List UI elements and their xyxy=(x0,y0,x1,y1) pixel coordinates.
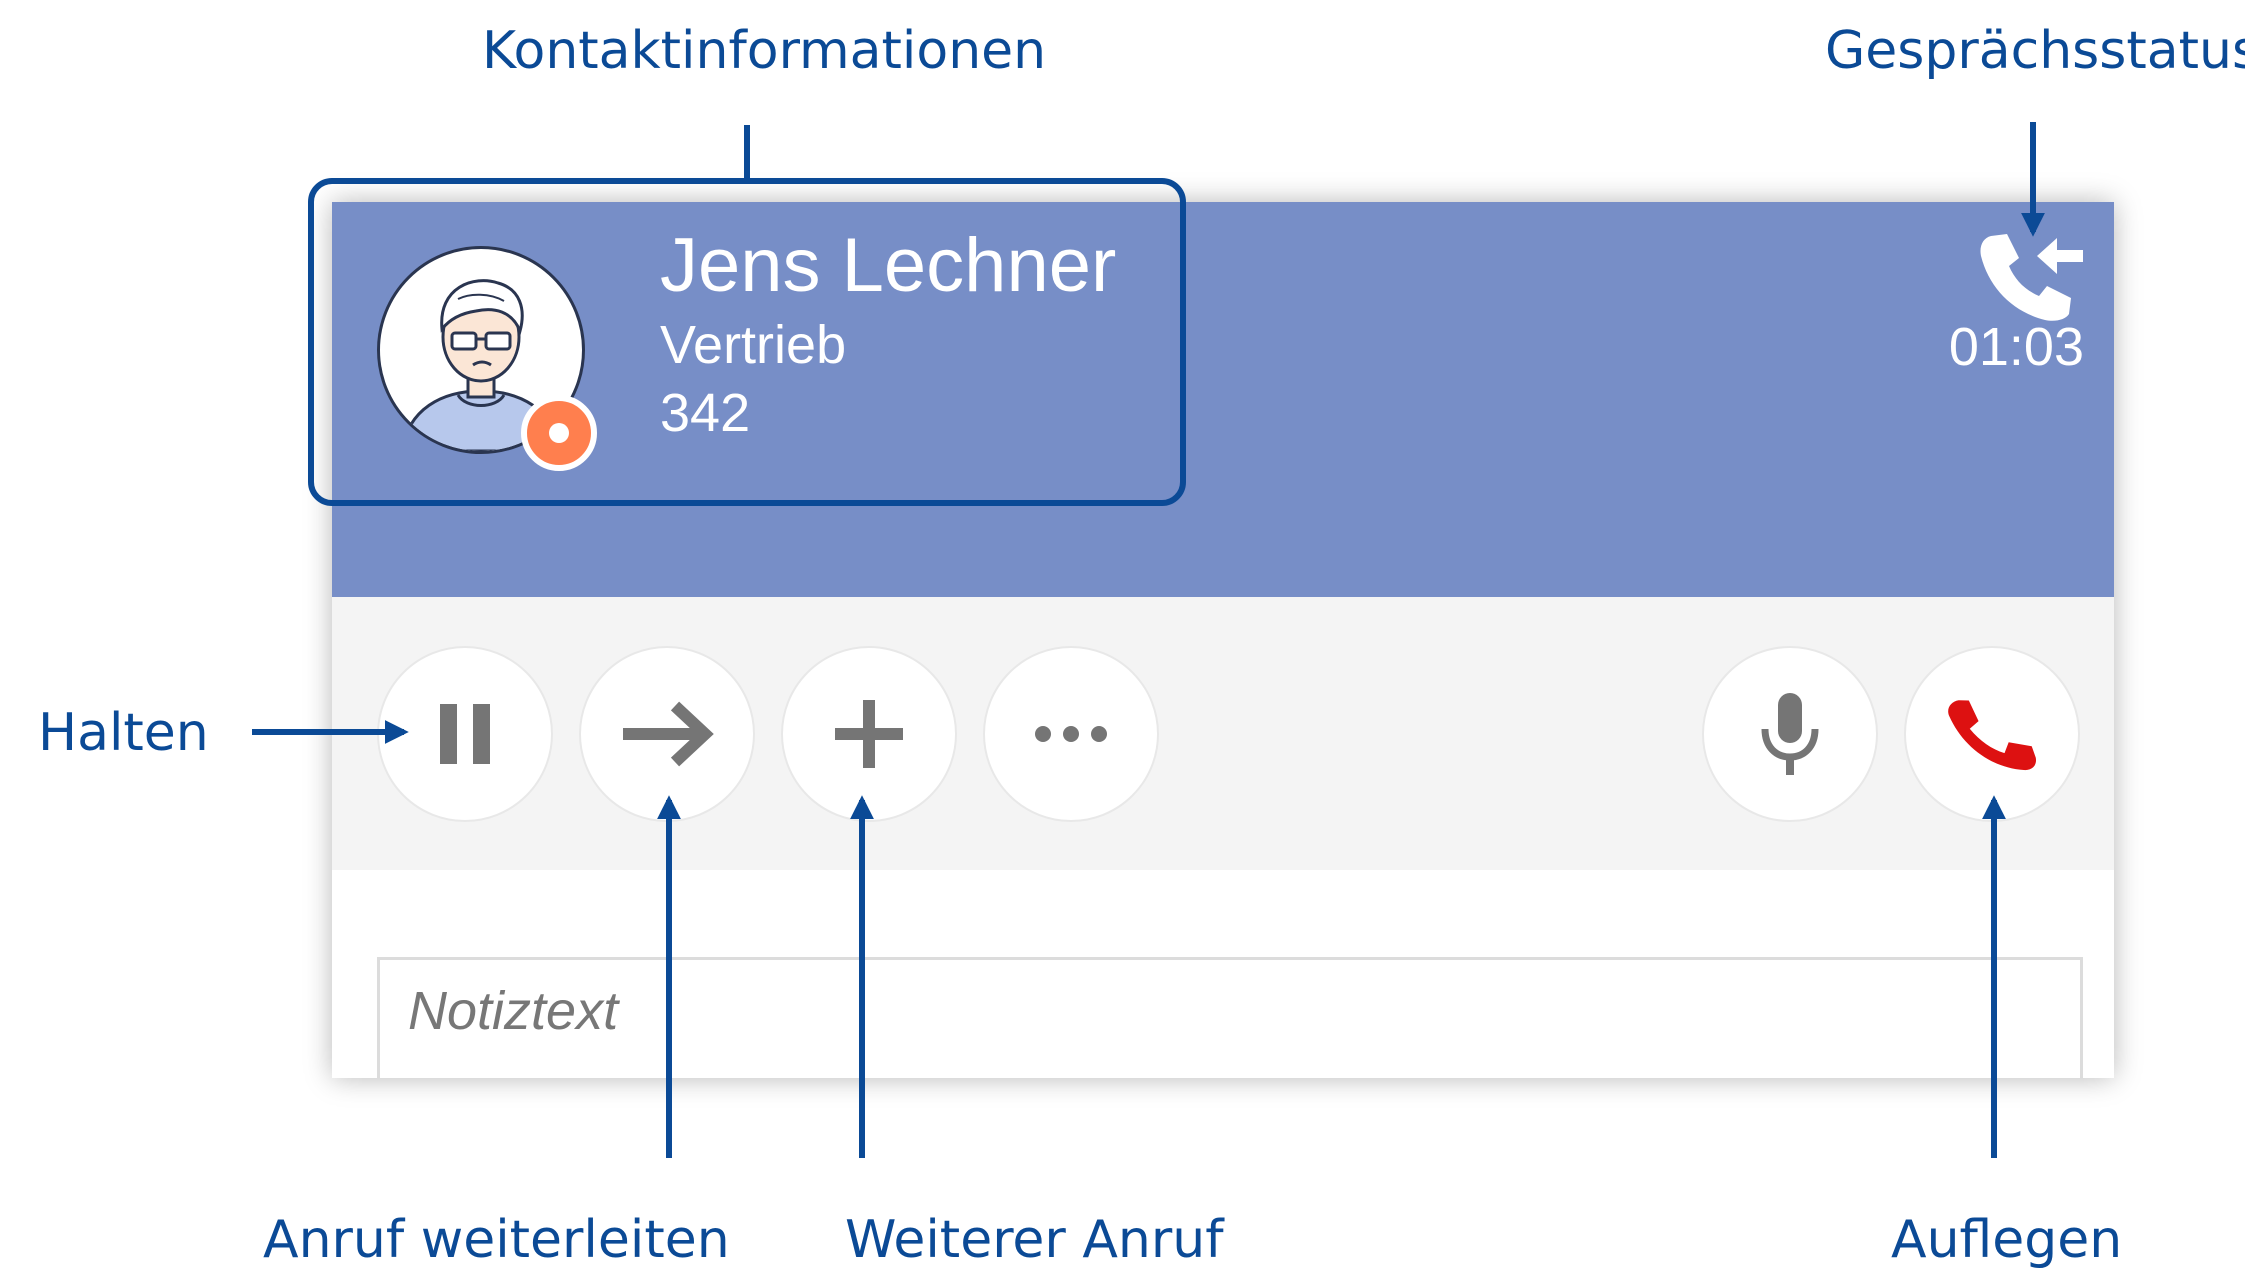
hang-up-button[interactable] xyxy=(1904,646,2080,822)
annotation-add-call: Weiterer Anruf xyxy=(845,1210,1224,1270)
more-options-button[interactable] xyxy=(983,646,1159,822)
microphone-icon xyxy=(1761,693,1819,775)
annotation-contact-info: Kontaktinformationen xyxy=(482,21,1047,81)
annotation-call-status: Gesprächsstatus xyxy=(1825,21,2245,81)
call-timer: 01:03 xyxy=(1948,317,2084,377)
mute-button[interactable] xyxy=(1702,646,1878,822)
contact-info-highlight xyxy=(308,178,1186,506)
annotation-hang-up: Auflegen xyxy=(1891,1210,2123,1270)
annotation-hold: Halten xyxy=(38,703,209,763)
forward-call-button[interactable] xyxy=(579,646,755,822)
add-call-button[interactable] xyxy=(781,646,957,822)
notes-input[interactable] xyxy=(408,980,2008,1042)
notes-field[interactable] xyxy=(377,957,2083,1078)
plus-icon xyxy=(835,700,903,768)
more-dots-icon xyxy=(1035,726,1107,742)
call-toolbar xyxy=(332,597,2114,870)
hang-up-icon xyxy=(1948,700,2037,771)
incoming-call-icon xyxy=(1975,224,2085,324)
annotation-forward: Anruf weiterleiten xyxy=(263,1210,730,1270)
pause-icon xyxy=(440,704,490,764)
hold-button[interactable] xyxy=(377,646,553,822)
arrow-right-icon xyxy=(623,701,714,767)
